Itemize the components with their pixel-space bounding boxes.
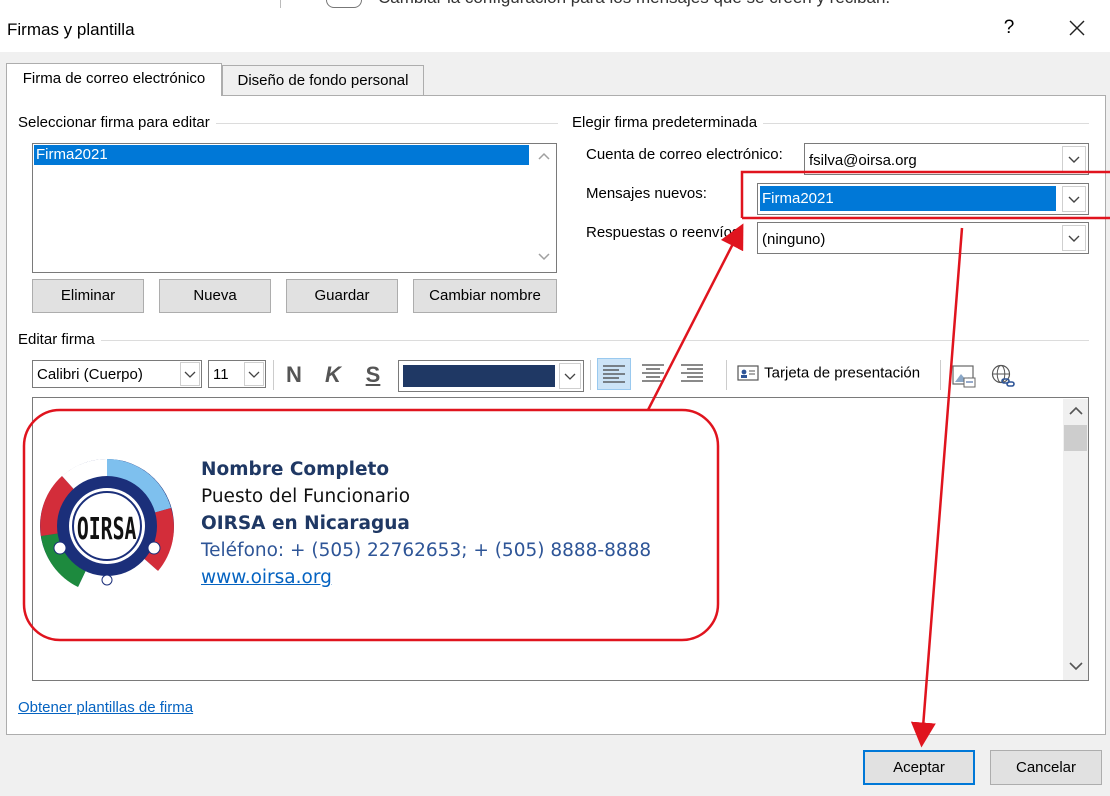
chevron-down-icon [1069, 662, 1083, 671]
business-card-label: Tarjeta de presentación [764, 364, 921, 382]
background-window-text: Cambiar la configuración para los mensaj… [378, 0, 890, 8]
oirsa-logo: OIRSA [38, 456, 176, 596]
font-size-select[interactable]: 11 [208, 360, 266, 388]
account-label: Cuenta de correo electrónico: [586, 146, 783, 163]
tab-email-signature[interactable]: Firma de correo electrónico [6, 63, 222, 96]
signature-name: Nombre Completo [201, 459, 390, 480]
align-center-button[interactable] [636, 358, 670, 390]
signature-website-link[interactable]: www.oirsa.org [201, 567, 332, 588]
replies-select[interactable]: (ninguno) [757, 222, 1089, 254]
chevron-down-icon [1068, 235, 1080, 242]
editor-scroll-down-arrow[interactable] [1066, 660, 1086, 675]
chevron-down-icon [1068, 196, 1080, 203]
toolbar-separator [273, 360, 274, 390]
ok-button[interactable]: Aceptar [863, 750, 975, 785]
account-value: fsilva@oirsa.org [809, 152, 917, 169]
font-dropdown-button[interactable] [180, 362, 200, 386]
delete-button-label: Eliminar [60, 287, 116, 304]
insert-picture-button[interactable] [950, 362, 978, 390]
delete-button[interactable]: Eliminar [32, 279, 144, 313]
signature-organization: OIRSA en Nicaragua [201, 513, 410, 534]
close-icon [1069, 20, 1085, 36]
tab-personal-stationery-label: Diseño de fondo personal [237, 72, 409, 89]
chevron-down-icon [564, 373, 576, 380]
new-messages-label: Mensajes nuevos: [586, 185, 707, 202]
font-color-swatch [403, 365, 555, 387]
hyperlink-globe-icon [991, 364, 1015, 387]
list-item[interactable]: Firma2021 [34, 145, 529, 165]
align-left-icon [603, 365, 625, 383]
dialog-title: Firmas y plantilla [7, 20, 135, 39]
new-button-label: Nueva [193, 287, 237, 304]
font-value: Calibri (Cuerpo) [37, 366, 143, 383]
toolbar-separator [940, 360, 941, 390]
chevron-down-icon [184, 371, 196, 378]
chevron-down-icon [538, 253, 550, 261]
dialog-titlebar [0, 8, 1110, 52]
default-signature-label: Elegir firma predeterminada [572, 114, 764, 131]
logo-text: OIRSA [77, 511, 137, 546]
background-window-strip: Cambiar la configuración para los mensaj… [0, 0, 1110, 8]
new-messages-dropdown-button[interactable] [1062, 186, 1086, 212]
editor-scrollbar-thumb[interactable] [1064, 425, 1087, 451]
group-divider [18, 340, 1089, 341]
listbox-scroll-down-arrow[interactable] [534, 251, 554, 265]
underline-button[interactable]: S [361, 362, 385, 388]
font-size-dropdown-button[interactable] [244, 362, 264, 386]
new-messages-value: Firma2021 [760, 186, 1056, 211]
background-separator [280, 0, 281, 8]
business-card-button[interactable]: Tarjeta de presentación [736, 362, 920, 390]
chevron-down-icon [248, 371, 260, 378]
save-button[interactable]: Guardar [286, 279, 398, 313]
font-color-select[interactable] [398, 360, 584, 392]
signature-editor[interactable] [32, 397, 1089, 681]
chevron-up-icon [1069, 406, 1083, 415]
italic-button[interactable]: K [321, 362, 345, 388]
toolbar-separator [590, 360, 591, 390]
font-color-dropdown-button[interactable] [559, 363, 581, 389]
account-dropdown-button[interactable] [1062, 146, 1086, 172]
tab-personal-stationery[interactable]: Diseño de fondo personal [222, 65, 424, 96]
align-left-button[interactable] [597, 358, 631, 390]
signature-position: Puesto del Funcionario [201, 486, 411, 507]
select-signature-label: Seleccionar firma para editar [18, 114, 216, 131]
get-signature-templates-link[interactable]: Obtener plantillas de firma [18, 699, 193, 716]
business-card-icon [737, 365, 759, 381]
chevron-down-icon [1068, 156, 1080, 163]
toolbar-separator [726, 360, 727, 390]
align-center-icon [642, 364, 664, 382]
listbox-scroll-up-arrow[interactable] [534, 150, 554, 164]
rename-button[interactable]: Cambiar nombre [413, 279, 557, 313]
replies-dropdown-button[interactable] [1062, 225, 1086, 251]
account-select[interactable]: fsilva@oirsa.org [804, 143, 1089, 175]
close-button[interactable] [1066, 15, 1088, 41]
replies-value: (ninguno) [762, 231, 826, 248]
background-envelope-icon [326, 0, 362, 8]
ok-button-label: Aceptar [893, 759, 945, 776]
new-messages-select[interactable]: Firma2021 [757, 183, 1089, 215]
insert-hyperlink-button[interactable] [989, 362, 1017, 390]
replies-label: Respuestas o reenvíos: [586, 224, 744, 241]
tab-email-signature-label: Firma de correo electrónico [22, 70, 206, 87]
align-right-icon [681, 364, 703, 382]
font-size-value: 11 [213, 366, 229, 383]
new-button[interactable]: Nueva [159, 279, 271, 313]
rename-button-label: Cambiar nombre [429, 287, 541, 304]
align-right-button[interactable] [675, 358, 709, 390]
cancel-button[interactable]: Cancelar [990, 750, 1102, 785]
chevron-up-icon [538, 152, 550, 160]
picture-icon [952, 365, 976, 388]
help-button[interactable]: ? [1000, 17, 1018, 39]
save-button-label: Guardar [314, 287, 370, 304]
editor-scroll-up-arrow[interactable] [1066, 405, 1086, 420]
edit-signature-label: Editar firma [18, 331, 101, 348]
signature-phone: Teléfono: + (505) 22762653; + (505) 8888… [201, 540, 652, 561]
cancel-button-label: Cancelar [1015, 759, 1077, 776]
font-select[interactable]: Calibri (Cuerpo) [32, 360, 202, 388]
bold-button[interactable]: N [282, 362, 306, 388]
